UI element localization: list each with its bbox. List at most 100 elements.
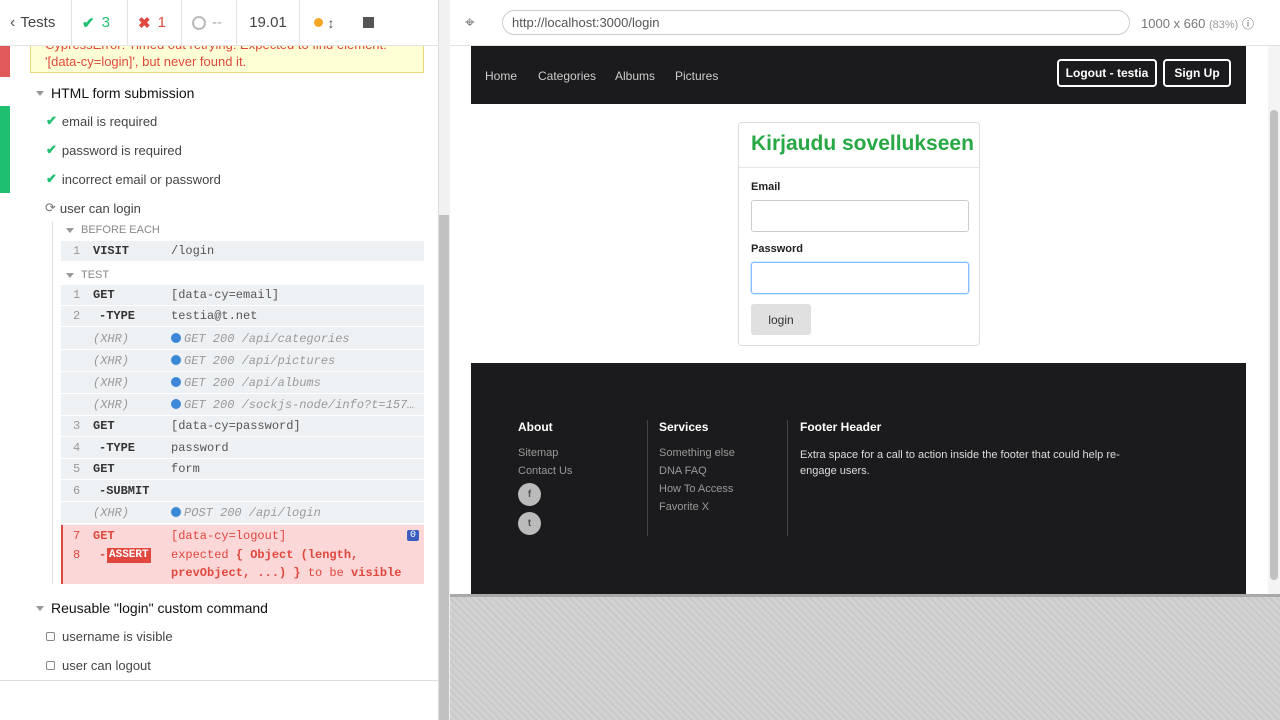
selector-playground-icon[interactable]: ⌖ xyxy=(465,13,475,33)
tests-button[interactable]: ‹ Tests xyxy=(0,0,72,46)
test-title: incorrect email or password xyxy=(61,171,221,187)
card-divider xyxy=(739,167,979,168)
failed-command-row[interactable]: 7 GET [data-cy=logout] 0 xyxy=(61,525,424,546)
xhr-row[interactable]: (XHR) GET 200 /api/pictures xyxy=(61,350,424,372)
nav-home[interactable]: Home xyxy=(485,69,517,83)
arrows-vertical-icon: ↕ xyxy=(327,14,335,31)
reporter-scrollbar-thumb[interactable] xyxy=(439,215,449,720)
password-field[interactable] xyxy=(751,262,969,294)
command-name: GET xyxy=(93,419,115,433)
signup-button[interactable]: Sign Up xyxy=(1163,59,1231,87)
footer-about-title: About xyxy=(518,420,553,434)
command-name: VISIT xyxy=(93,244,130,258)
command-row[interactable]: 3 GET [data-cy=password] xyxy=(61,416,424,437)
passed-indicator-bar xyxy=(0,106,10,193)
hook-test[interactable]: TEST xyxy=(66,269,109,281)
hook-label: BEFORE EACH xyxy=(81,224,160,236)
stop-button[interactable] xyxy=(348,0,388,46)
assert-dash: - xyxy=(99,548,107,562)
command-number: 4 xyxy=(73,440,81,455)
xhr-row[interactable]: (XHR) GET 200 /api/categories xyxy=(61,328,424,350)
xhr-row[interactable]: (XHR) POST 200 /api/login xyxy=(61,502,424,524)
command-name: -SUBMIT xyxy=(99,483,150,498)
command-row[interactable]: 5 GET form xyxy=(61,459,424,480)
duration-value: 19.01 xyxy=(249,14,287,31)
command-name: (XHR) xyxy=(93,375,130,390)
url-display[interactable]: http://localhost:3000/login xyxy=(502,10,1130,35)
test-item-running[interactable]: ⟳ user can login xyxy=(45,200,141,216)
test-item-pending[interactable]: user can logout xyxy=(46,658,151,673)
command-name: (XHR) xyxy=(93,505,130,520)
viewport-info[interactable]: 1000 x 660 (83%) ⓘ xyxy=(1141,15,1254,32)
command-message: form xyxy=(171,462,200,476)
test-item[interactable]: ✔ email is required xyxy=(46,113,157,129)
footer-link[interactable]: How To Access xyxy=(659,483,733,495)
footer-link[interactable]: DNA FAQ xyxy=(659,465,707,477)
hook-before-each[interactable]: BEFORE EACH xyxy=(66,224,160,236)
stop-icon xyxy=(362,17,374,28)
assert-text: to be xyxy=(300,566,352,580)
command-message: /login xyxy=(171,244,215,258)
command-row[interactable]: 4 -TYPE password xyxy=(61,437,424,459)
auto-scroll-toggle[interactable]: ↕ xyxy=(300,0,348,46)
failed-assert-row[interactable]: 8 - ASSERT expected { Object (length, pr… xyxy=(61,547,424,584)
xhr-row[interactable]: (XHR) GET 200 /sockjs-node/info?t=157… xyxy=(61,394,424,416)
test-item-pending[interactable]: username is visible xyxy=(46,629,173,644)
caret-down-icon xyxy=(36,605,44,611)
test-item[interactable]: ✔ password is required xyxy=(46,142,182,158)
assert-expected: visible xyxy=(351,566,402,580)
footer-link[interactable]: Something else xyxy=(659,447,735,459)
command-name: (XHR) xyxy=(93,397,130,412)
command-message: GET 200 /sockjs-node/info?t=157… xyxy=(184,397,415,412)
command-message: POST 200 /api/login xyxy=(184,505,321,520)
passed-number: 3 xyxy=(101,14,110,31)
login-button[interactable]: login xyxy=(751,304,811,335)
login-title: Kirjaudu sovellukseen xyxy=(751,132,974,155)
circle-icon xyxy=(192,15,206,30)
footer-header-text: Extra space for a call to action inside … xyxy=(800,449,1120,477)
app-footer: About Sitemap Contact Us f t Services So… xyxy=(471,363,1246,594)
footer-link[interactable]: Contact Us xyxy=(518,465,572,477)
command-message: GET 200 /api/pictures xyxy=(184,353,336,368)
logout-button[interactable]: Logout - testia xyxy=(1057,59,1157,87)
nesting-line xyxy=(52,222,53,584)
command-row[interactable]: 1 VISIT /login xyxy=(61,241,424,262)
xhr-dot-icon xyxy=(171,376,181,387)
nav-categories[interactable]: Categories xyxy=(538,69,596,83)
login-button-label: login xyxy=(768,312,794,327)
nav-albums[interactable]: Albums xyxy=(615,69,655,83)
logout-label: Logout - testia xyxy=(1065,66,1149,80)
error-message: CypressError: Timed out retrying: Expect… xyxy=(30,46,424,73)
command-number: 3 xyxy=(73,419,81,433)
command-row[interactable]: 6 -SUBMIT xyxy=(61,480,424,502)
command-number: 8 xyxy=(73,548,81,562)
test-title: username is visible xyxy=(62,629,173,644)
failed-indicator-bar xyxy=(0,46,10,77)
command-message: [data-cy=password] xyxy=(171,419,301,433)
test-title: email is required xyxy=(61,113,158,129)
facebook-icon[interactable]: f xyxy=(518,483,541,506)
nav-pictures[interactable]: Pictures xyxy=(675,69,718,83)
test-item[interactable]: ✔ incorrect email or password xyxy=(46,171,221,187)
command-message: testia@t.net xyxy=(171,309,258,323)
viewport-size: 1000 x 660 xyxy=(1141,16,1206,31)
command-row[interactable]: 2 -TYPE testia@t.net xyxy=(61,306,424,327)
twitter-icon[interactable]: t xyxy=(518,512,541,535)
duration: 19.01 xyxy=(237,0,300,46)
check-icon: ✔ xyxy=(46,171,57,186)
command-message: [data-cy=logout] xyxy=(171,528,287,543)
email-field[interactable] xyxy=(751,200,969,232)
command-number: 7 xyxy=(73,528,81,543)
viewport-scrollbar-thumb[interactable] xyxy=(1270,110,1278,580)
footer-link[interactable]: Favorite X xyxy=(659,501,709,513)
url-text: http://localhost:3000/login xyxy=(512,15,660,30)
xhr-row[interactable]: (XHR) GET 200 /api/albums xyxy=(61,372,424,394)
login-card: Kirjaudu sovellukseen Email Password log… xyxy=(738,122,980,346)
test-title: user can login xyxy=(59,200,141,216)
suite-login-command[interactable]: Reusable "login" custom command xyxy=(36,600,268,616)
suite-html-form[interactable]: HTML form submission xyxy=(36,85,194,101)
hook-label: TEST xyxy=(81,269,110,281)
footer-link[interactable]: Sitemap xyxy=(518,447,558,459)
command-row[interactable]: 1 GET [data-cy=email] xyxy=(61,285,424,306)
command-name: (XHR) xyxy=(93,331,130,346)
